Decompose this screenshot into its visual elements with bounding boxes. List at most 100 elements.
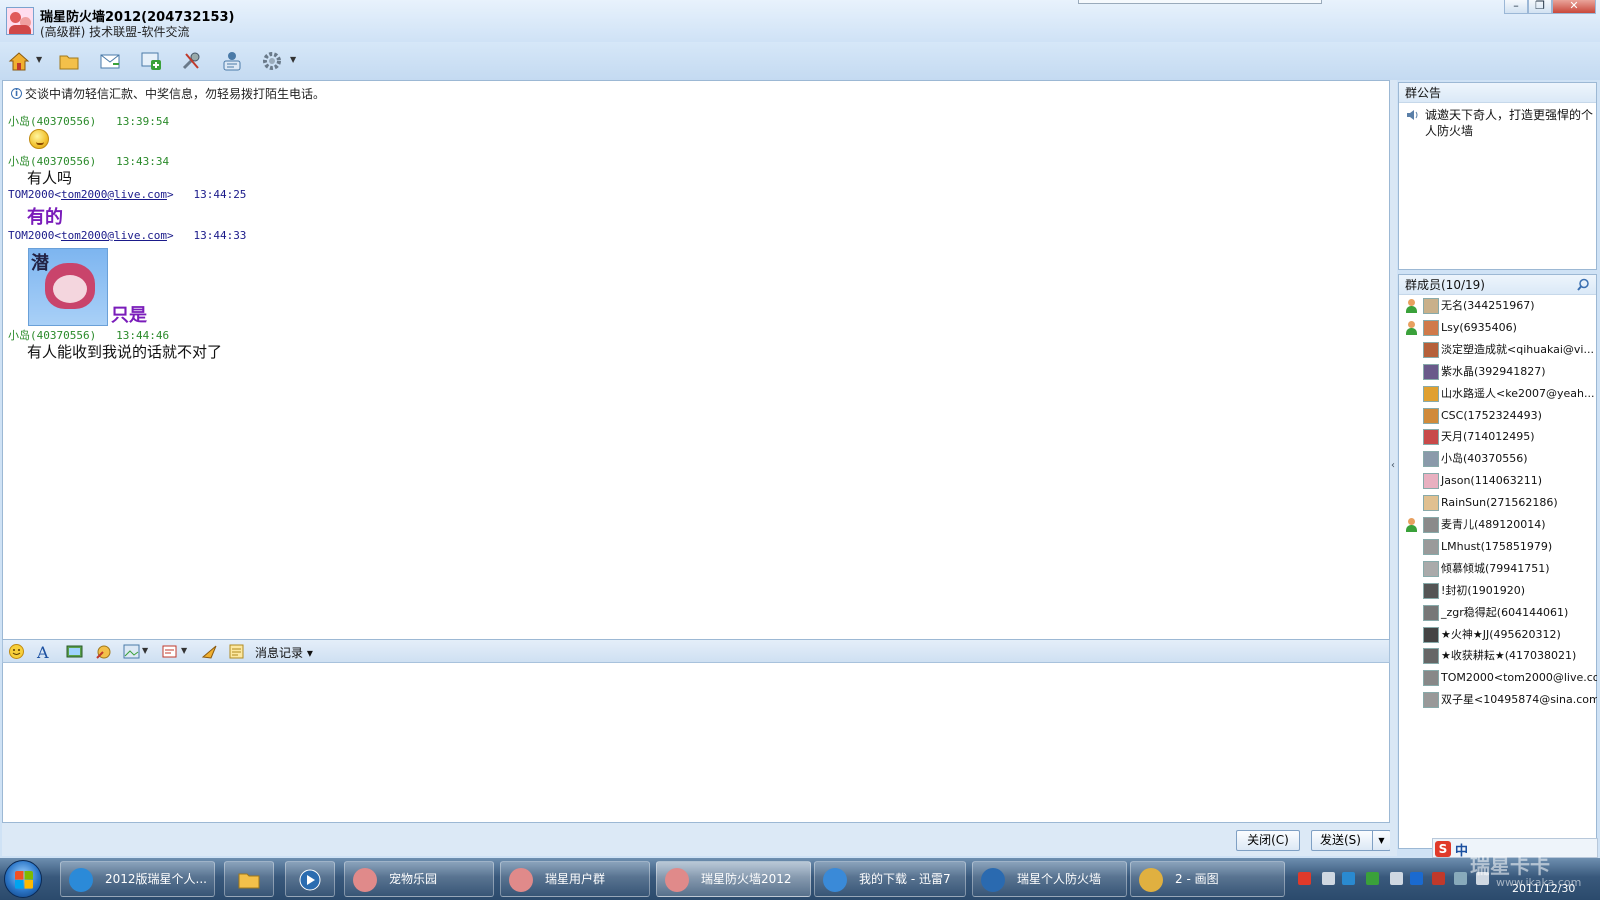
sender-email-link[interactable]: tom2000@live.com [61,188,167,201]
taskbar-item[interactable]: 宠物乐园 [344,861,494,897]
add-chat-icon[interactable] [137,47,165,75]
folder-icon[interactable] [55,47,83,75]
user-card-icon[interactable] [218,47,246,75]
rising-shield-tray-icon[interactable] [1342,872,1355,885]
show-hidden-icons-icon[interactable] [1322,872,1335,885]
message-sender[interactable]: 小岛(40370556) [8,115,96,128]
message-history-button[interactable]: 消息记录 ▾ [255,644,313,661]
member-item[interactable]: RainSun(271562186) [1399,493,1597,513]
member-item[interactable]: Lsy(6935406) [1399,318,1597,338]
member-avatar-icon[interactable] [1423,604,1439,621]
explorer-pinned-button[interactable] [224,861,274,897]
taskbar-item[interactable]: 2012版瑞星个人... [60,861,215,897]
member-avatar-icon[interactable] [1423,385,1439,402]
windows-logo-icon [15,871,33,889]
group-announcement-panel: 群公告 诚邀天下奇人，打造更强悍的个人防火墙 [1398,82,1597,270]
vibrate-dropdown-icon[interactable]: ▼ [181,646,187,655]
send-button[interactable]: 发送(S) ▼ [1311,830,1391,851]
member-avatar-icon[interactable] [1423,560,1439,577]
member-avatar-icon[interactable] [1423,451,1439,468]
chat-history-panel[interactable]: i 交谈中请勿轻信汇款、中奖信息，勿轻易拨打陌生电话。 小岛(40370556)… [2,80,1390,640]
start-button[interactable] [4,860,42,898]
sender-email-link[interactable]: tom2000@live.com [61,229,167,242]
member-item[interactable]: 淡定塑造成就<qihuakai@vi... [1399,340,1597,360]
image-insert-icon[interactable] [123,643,140,660]
member-name: 山水路遥人<ke2007@yeah... [1441,386,1595,400]
ime-language-toggle[interactable]: 中 [1455,840,1468,859]
member-item[interactable]: CSC(1752324493) [1399,406,1597,426]
member-item[interactable]: ★火神★JJ(495620312) [1399,625,1597,645]
member-item[interactable]: 倾慕倾城(79941751) [1399,559,1597,579]
screenshot-icon[interactable] [66,643,83,660]
font-icon[interactable]: A [35,643,52,660]
close-window-button[interactable]: ✕ [1552,0,1596,14]
member-avatar-icon[interactable] [1423,495,1439,512]
member-item[interactable]: 紫水晶(392941827) [1399,362,1597,382]
mail-icon[interactable] [96,47,124,75]
qq-tray-icon[interactable] [1454,872,1467,885]
vibrate-window-icon[interactable] [161,643,178,660]
image-dropdown-icon[interactable]: ▼ [142,646,148,655]
restore-button[interactable]: ❐ [1528,0,1552,14]
member-item[interactable]: Jason(114063211) [1399,471,1597,491]
bluetooth-tray-icon[interactable] [1410,872,1423,885]
member-avatar-icon[interactable] [1423,582,1439,599]
ie-icon [69,868,93,892]
member-avatar-icon[interactable] [1423,670,1439,687]
member-name: 双子星<10495874@sina.com> [1441,693,1597,707]
media-player-pinned-button[interactable] [285,861,335,897]
send-file-icon[interactable] [201,643,218,660]
member-item[interactable]: LMhust(175851979) [1399,537,1597,557]
sogou-ime-icon[interactable]: S [1435,841,1451,857]
member-avatar-icon[interactable] [1423,473,1439,490]
settings-icon[interactable] [258,47,286,75]
home-icon[interactable] [5,47,33,75]
home-dropdown-icon[interactable]: ▼ [36,55,42,64]
message-input[interactable] [2,663,1390,823]
message-body: 有人吗 [27,169,73,187]
member-item[interactable]: _zgr稳得起(604144061) [1399,603,1597,623]
message-sender[interactable]: TOM2000 [8,229,54,242]
taskbar-item[interactable]: 瑞星个人防火墙 [972,861,1127,897]
member-item[interactable]: 山水路遥人<ke2007@yeah... [1399,384,1597,404]
magic-emoticon-icon[interactable] [95,643,112,660]
member-avatar-icon[interactable] [1423,626,1439,643]
member-avatar-icon[interactable] [1423,407,1439,424]
search-icon[interactable] [1577,278,1590,291]
member-item[interactable]: 双子星<10495874@sina.com> [1399,690,1597,710]
member-item[interactable]: !封初(1901920) [1399,581,1597,601]
taskbar-item[interactable]: 瑞星用户群 [500,861,650,897]
member-avatar-icon[interactable] [1423,517,1439,533]
member-avatar-icon[interactable] [1423,429,1439,446]
member-item[interactable]: 小岛(40370556) [1399,449,1597,469]
member-avatar-icon[interactable] [1423,538,1439,555]
member-avatar-icon[interactable] [1423,692,1439,709]
member-item[interactable]: TOM2000<tom2000@live.com> [1399,668,1597,688]
member-item[interactable]: 天月(714012495) [1399,427,1597,447]
collapse-arrow-icon[interactable]: ‹ [1391,460,1395,471]
member-avatar-icon[interactable] [1423,319,1439,336]
emoji-icon[interactable] [8,643,25,660]
send-options-dropdown-icon[interactable]: ▼ [1372,831,1390,850]
member-avatar-icon[interactable] [1423,341,1439,358]
close-chat-button[interactable]: 关闭(C) [1236,830,1300,851]
minimize-button[interactable]: – [1504,0,1528,14]
member-avatar-icon[interactable] [1423,648,1439,665]
device-tray-icon[interactable] [1390,872,1403,885]
network-tray-icon[interactable] [1366,872,1379,885]
sogou-tray-icon[interactable] [1298,872,1311,885]
member-item[interactable]: 麦青儿(489120014) [1399,515,1597,535]
taskbar-item[interactable]: 2 - 画图 [1130,861,1285,897]
tools-icon[interactable] [177,47,205,75]
message-sender[interactable]: TOM2000 [8,188,54,201]
taskbar-item[interactable]: 我的下载 - 迅雷7 [814,861,966,897]
input-toolbar: A ▼ ▼ 消息记录 ▾ [2,640,1390,663]
settings-dropdown-icon[interactable]: ▼ [290,55,296,64]
message-history-icon[interactable] [228,643,245,660]
firewall-tray-icon[interactable] [1432,872,1445,885]
member-avatar-icon[interactable] [1423,298,1439,314]
member-avatar-icon[interactable] [1423,363,1439,380]
member-item[interactable]: ★收获耕耘★(417038021) [1399,646,1597,666]
member-item[interactable]: 无名(344251967) [1399,296,1597,316]
taskbar-item[interactable]: 瑞星防火墙2012 [656,861,811,897]
